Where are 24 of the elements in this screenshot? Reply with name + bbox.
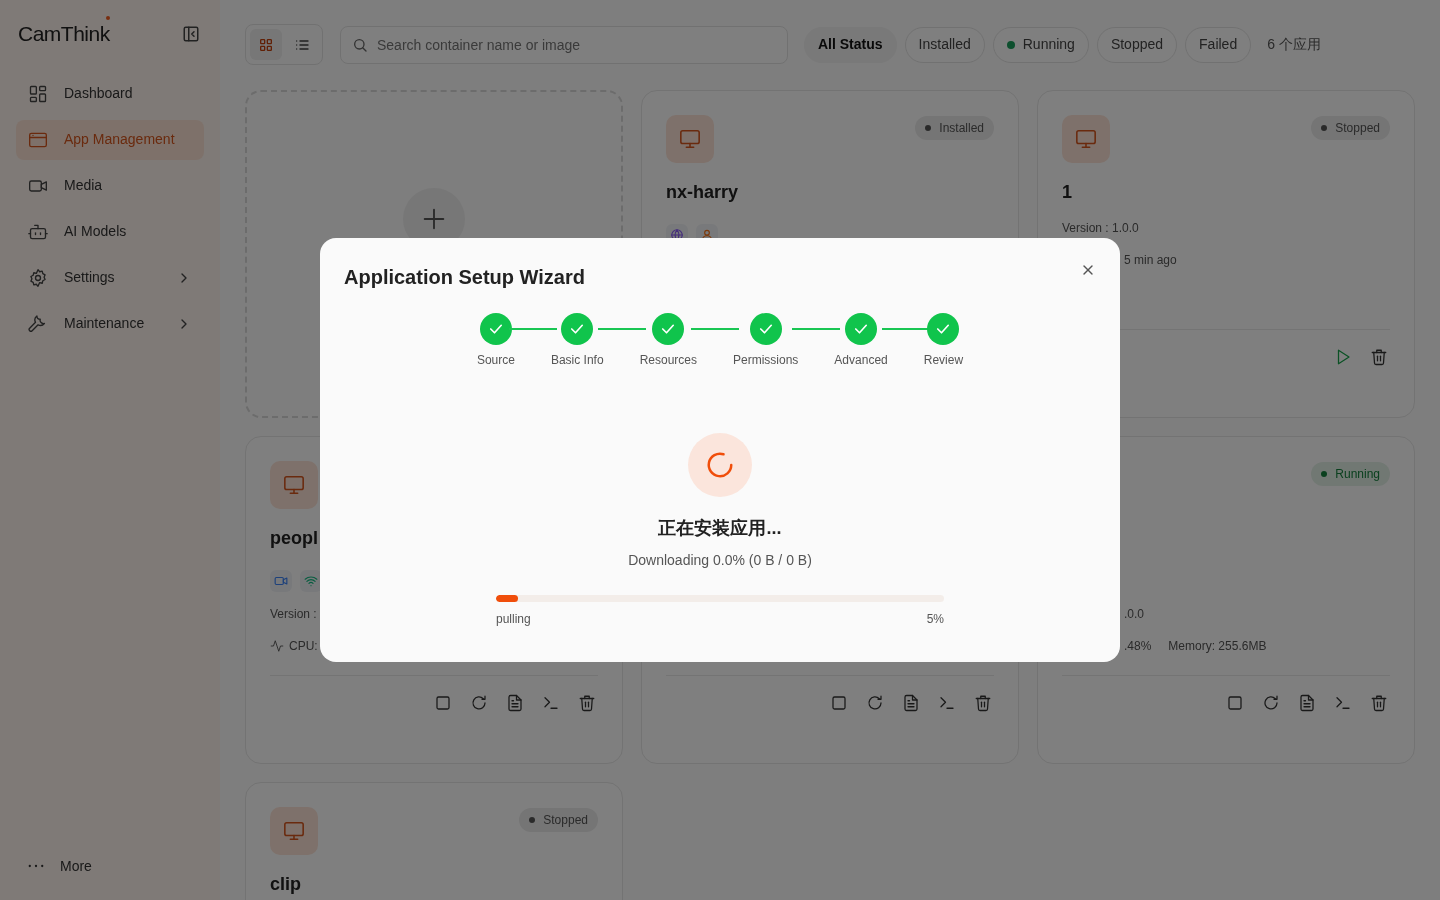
step-label: Basic Info [550,352,604,369]
meta-text: Version : 1.0.0 [1062,220,1139,237]
meta-text: CPU: [289,638,318,655]
meta-text: 5 min ago [1124,252,1177,269]
app-name: peopl [270,527,319,550]
dialog-title: Application Setup Wizard [344,265,585,289]
logo: CamThink [18,18,110,50]
download-status: Downloading 0.0% (0 B / 0 B) [628,551,812,570]
app-count: 6 个应用 [1267,35,1321,54]
app-name: nx-harry [666,181,740,204]
meta-text: .0.0 [1124,606,1144,623]
step-label: Resources [639,352,697,369]
install-heading: 正在安装应用... [658,517,782,540]
app-name: clip [270,873,302,896]
step-label: Advanced [834,352,888,369]
progress-phase: pulling [496,611,531,628]
step-label: Source [476,352,515,369]
step-label: Permissions [733,352,799,369]
meta-text: Version : [270,606,317,623]
meta-text: Memory: 255.6MB [1168,638,1267,655]
step-label: Review [923,352,964,369]
progress-percent: 5% [926,611,944,628]
app-name: 1 [1062,181,1073,204]
meta-text: .48% [1124,638,1152,655]
